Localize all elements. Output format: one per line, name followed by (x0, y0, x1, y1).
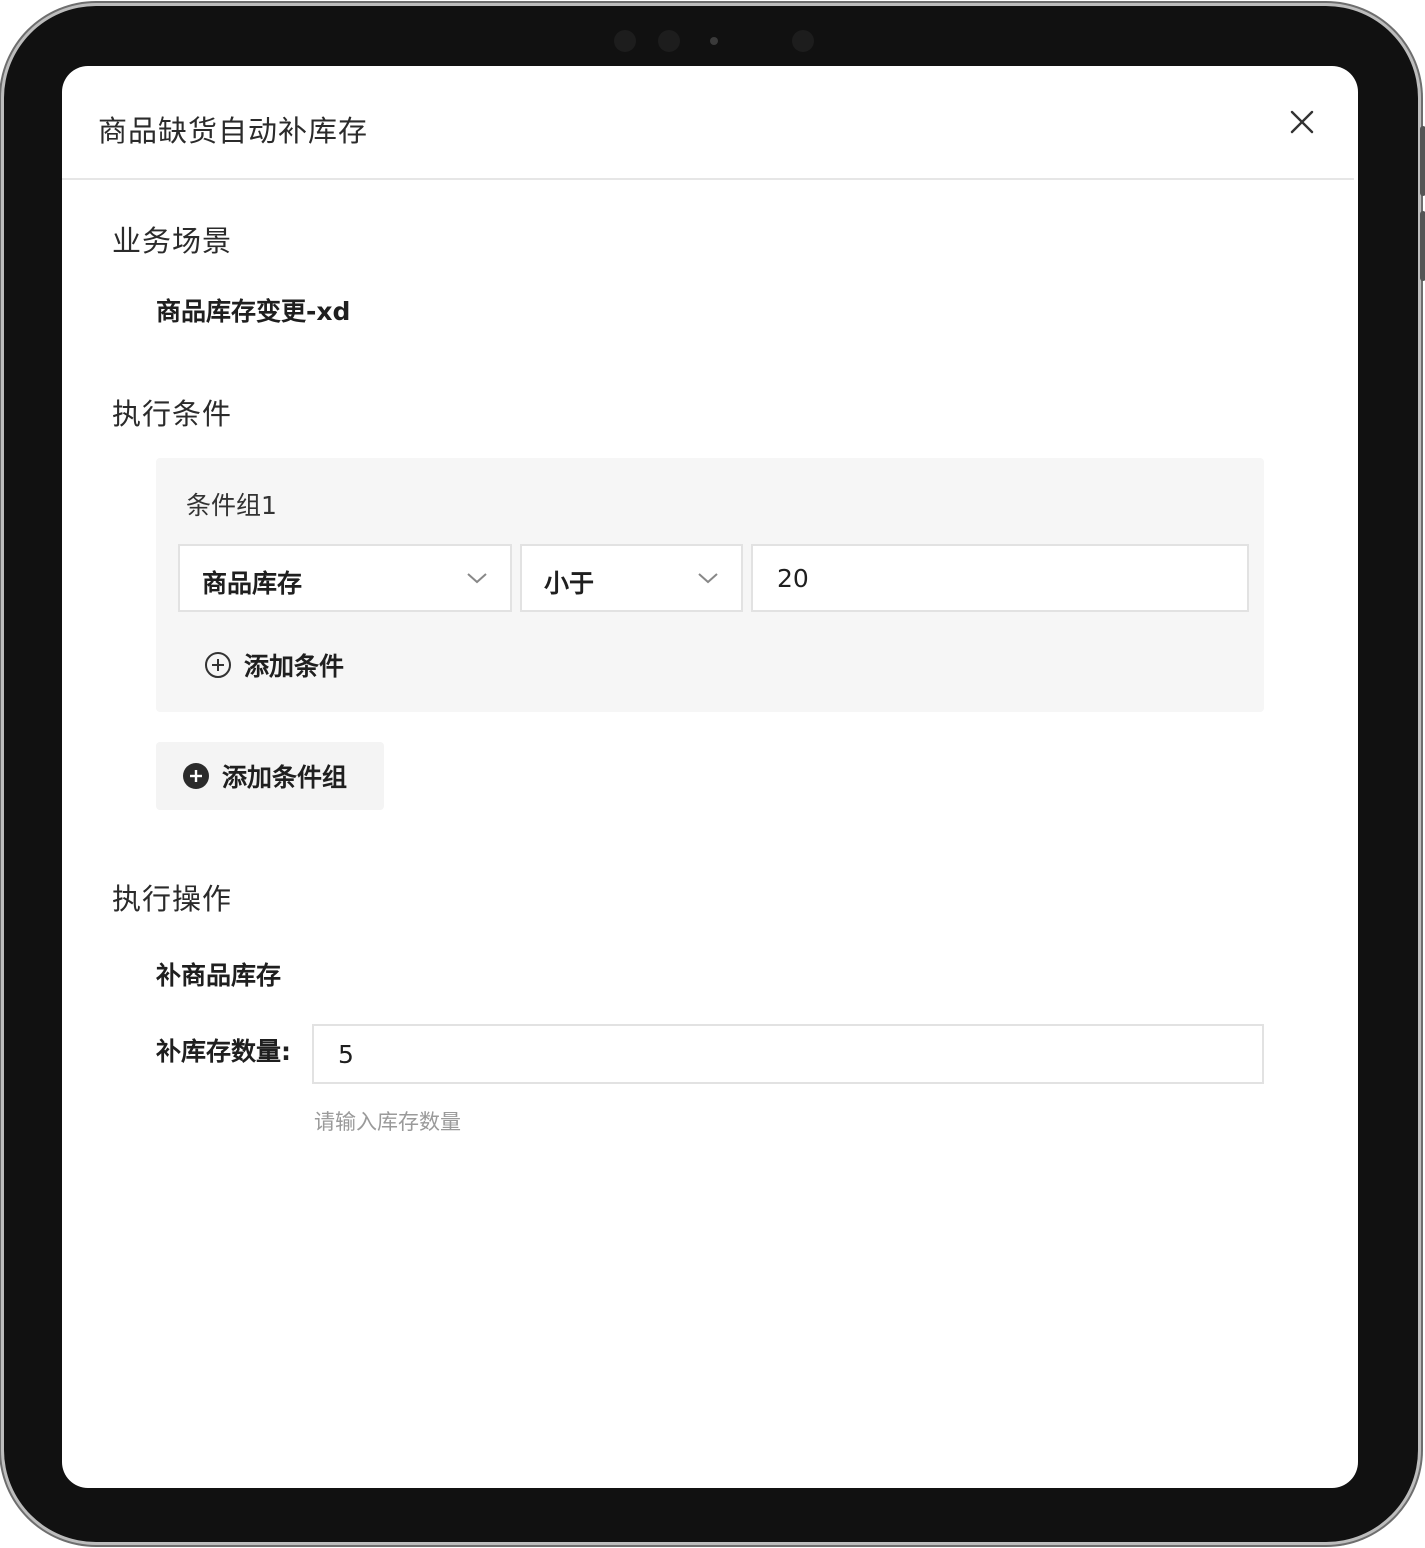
condition-group-label: 条件组1 (186, 491, 277, 520)
modal-header: 商品缺货自动补库存 (62, 66, 1354, 180)
plus-circle-filled-icon (183, 763, 209, 789)
camera-lens (792, 30, 814, 52)
volume-button (1420, 126, 1425, 196)
condition-value-input[interactable] (753, 546, 1247, 610)
modal-title: 商品缺货自动补库存 (98, 114, 369, 148)
operation-heading: 执行操作 (112, 882, 233, 916)
quantity-label: 补库存数量: (156, 1037, 291, 1066)
quantity-input[interactable] (314, 1026, 1262, 1082)
condition-field-value: 商品库存 (202, 569, 303, 598)
condition-operator-value: 小于 (544, 569, 595, 598)
business-scene-value: 商品库存变更-xd (156, 297, 351, 326)
chevron-down-icon (467, 573, 487, 584)
camera-sensor (710, 37, 718, 45)
camera-bar (604, 30, 824, 52)
add-condition-group-button[interactable]: 添加条件组 (156, 742, 384, 810)
condition-group: 条件组1 商品库存 小于 添加条件 (156, 458, 1264, 712)
business-scene-heading: 业务场景 (112, 224, 233, 258)
operation-action: 补商品库存 (156, 961, 282, 990)
close-button[interactable] (1286, 106, 1318, 138)
conditions-heading: 执行条件 (112, 397, 233, 431)
close-icon (1290, 110, 1314, 134)
quantity-hint: 请输入库存数量 (314, 1110, 461, 1134)
condition-field-select[interactable]: 商品库存 (178, 544, 512, 612)
quantity-input-wrapper (312, 1024, 1264, 1084)
plus-circle-outline-icon (205, 652, 231, 678)
condition-operator-select[interactable]: 小于 (520, 544, 743, 612)
add-condition-label: 添加条件 (244, 652, 345, 681)
chevron-down-icon (698, 573, 718, 584)
add-condition-button[interactable]: 添加条件 (204, 648, 344, 682)
condition-value-input-wrapper (751, 544, 1249, 612)
volume-button (1420, 211, 1425, 281)
camera-lens (614, 30, 636, 52)
modal-dialog: 商品缺货自动补库存 业务场景 商品库存变更-xd 执行条件 条件组1 商品库存 … (62, 66, 1358, 1488)
camera-lens (658, 30, 680, 52)
add-condition-group-label: 添加条件组 (222, 763, 348, 792)
